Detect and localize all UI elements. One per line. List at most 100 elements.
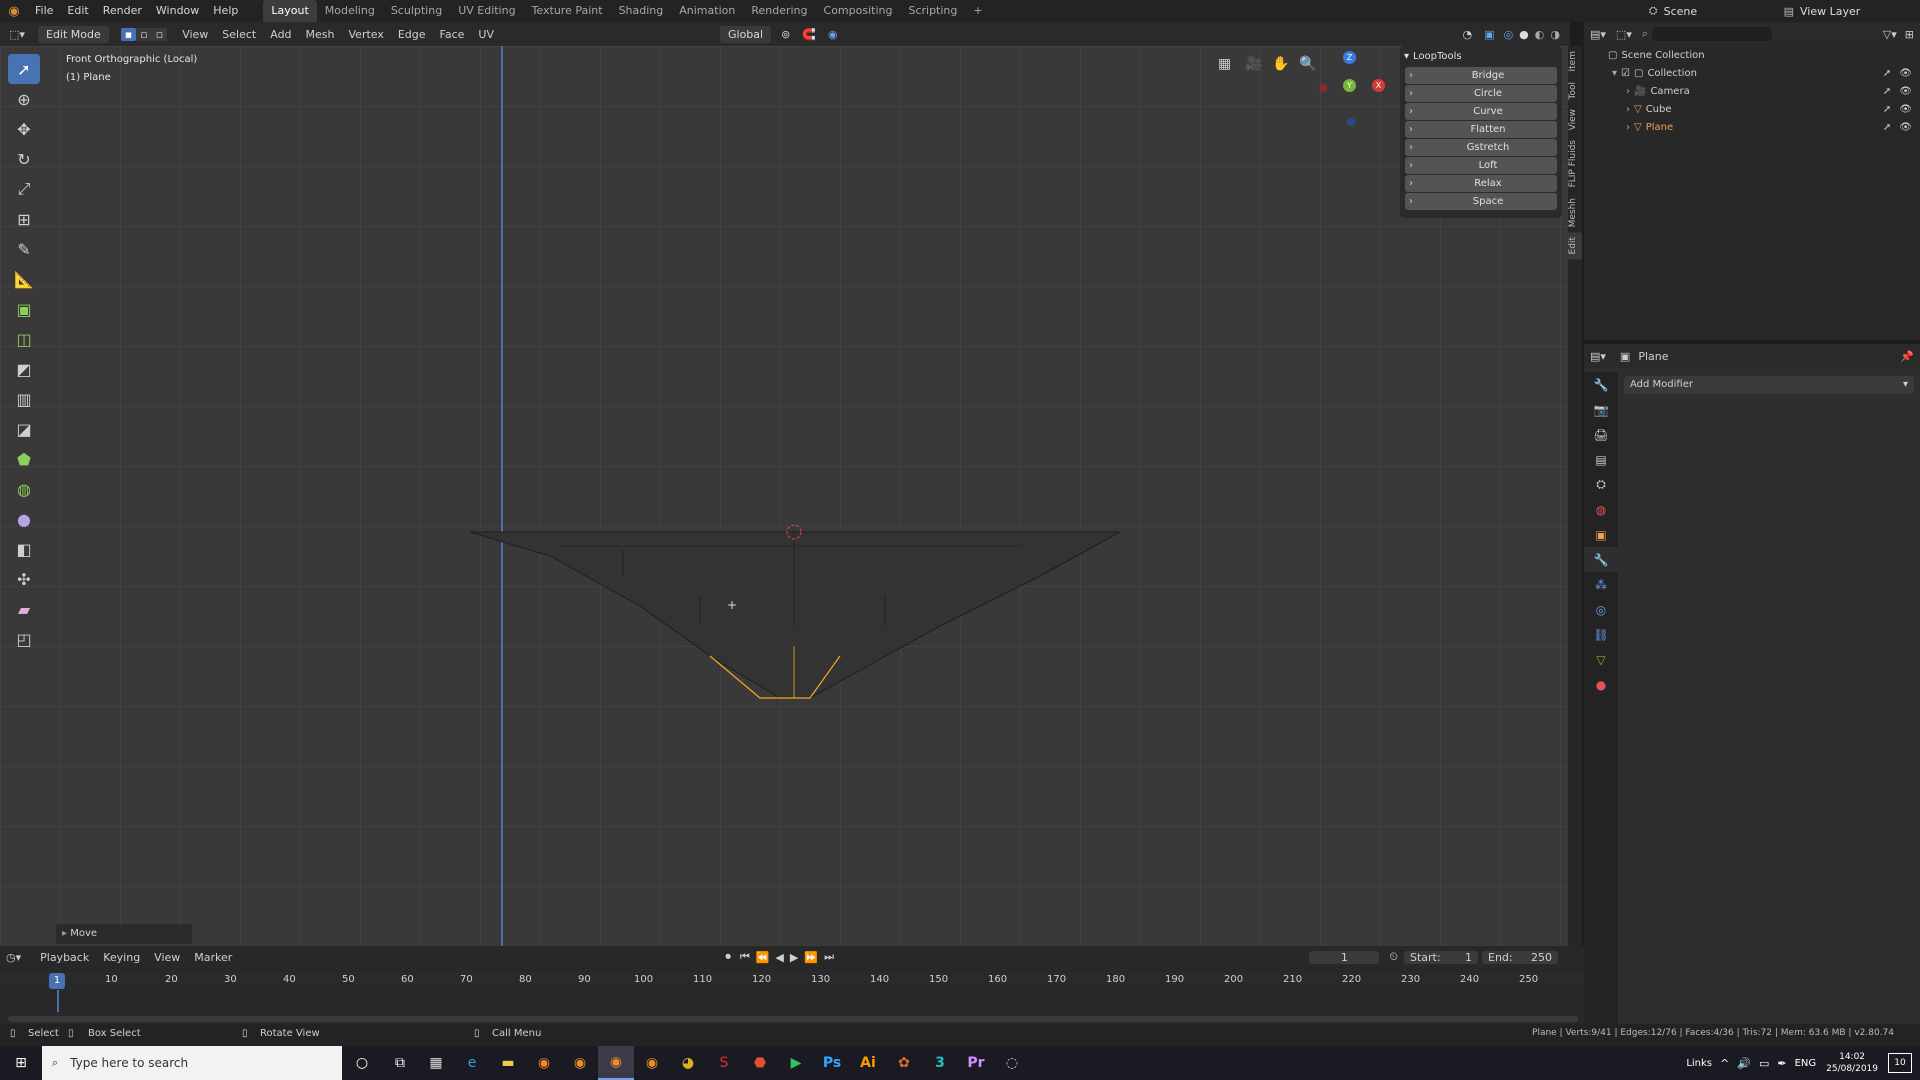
visibility-eye-icon[interactable]: 👁 xyxy=(1899,86,1912,97)
menu-edge[interactable]: Edge xyxy=(391,28,433,41)
network-icon[interactable]: ▭ xyxy=(1759,1057,1769,1070)
play-reverse-icon[interactable]: ◀ xyxy=(775,951,783,964)
menu-edit[interactable]: Edit xyxy=(60,0,95,22)
add-workspace-button[interactable]: + xyxy=(965,0,990,22)
chrome-icon[interactable]: ◕ xyxy=(670,1046,706,1080)
checkbox-icon[interactable]: ☑ xyxy=(1621,68,1630,79)
tab-uv-editing[interactable]: UV Editing xyxy=(450,0,523,22)
bevel-tool-icon[interactable]: ◩ xyxy=(8,354,40,384)
file-explorer-icon[interactable]: ▬ xyxy=(490,1046,526,1080)
snap-icon[interactable]: 🧲 xyxy=(802,28,816,41)
pen-icon[interactable]: ✒ xyxy=(1777,1057,1786,1070)
expand-arrow-icon[interactable]: › xyxy=(1626,122,1630,133)
poly-build-tool-icon[interactable]: ⬟ xyxy=(8,444,40,474)
app-swirl-icon[interactable]: ◌ xyxy=(994,1046,1030,1080)
windows-start-icon[interactable]: ⊞ xyxy=(0,1046,42,1080)
language-indicator[interactable]: ENG xyxy=(1795,1058,1817,1069)
menu-vertex[interactable]: Vertex xyxy=(342,28,391,41)
last-operator-panel[interactable]: ▸ Move xyxy=(56,924,192,944)
annotate-tool-icon[interactable]: ✎ xyxy=(8,234,40,264)
tab-compositing[interactable]: Compositing xyxy=(816,0,901,22)
volume-icon[interactable]: 🔊 xyxy=(1737,1057,1751,1070)
particles-tab-icon[interactable]: ⁂ xyxy=(1584,572,1618,597)
pin-icon[interactable]: 📌 xyxy=(1900,350,1914,363)
looptools-circle[interactable]: › Circle xyxy=(1405,85,1557,102)
timeline-editor-icon[interactable]: ◷▾ xyxy=(6,951,21,964)
blender-app-icon[interactable]: ◉ xyxy=(526,1046,562,1080)
premiere-icon[interactable]: Pr xyxy=(958,1046,994,1080)
looptools-space[interactable]: › Space xyxy=(1405,193,1557,210)
extrude-tool-icon[interactable]: ▣ xyxy=(8,294,40,324)
data-tab-icon[interactable]: ▽ xyxy=(1584,647,1618,672)
edge-browser-icon[interactable]: e xyxy=(454,1046,490,1080)
timeline-scrollbar[interactable] xyxy=(8,1016,1578,1022)
spin-tool-icon[interactable]: ◍ xyxy=(8,474,40,504)
pivot-icon[interactable]: ⊚ xyxy=(781,28,790,41)
record-icon[interactable]: ⏺ xyxy=(725,950,731,964)
app-red2-icon[interactable]: ⬣ xyxy=(742,1046,778,1080)
task-view-icon[interactable]: ⧉ xyxy=(382,1046,418,1080)
display-mode-icon[interactable]: ⬚▾ xyxy=(1616,28,1632,41)
tab-scripting[interactable]: Scripting xyxy=(900,0,965,22)
looptools-flatten[interactable]: › Flatten xyxy=(1405,121,1557,138)
outliner-item-plane[interactable]: › ▽ Plane ➚ 👁 xyxy=(1584,118,1920,136)
media-play-icon[interactable]: ▶ xyxy=(778,1046,814,1080)
sidebar-tab-item[interactable]: Item xyxy=(1568,46,1582,77)
shrink-fatten-tool-icon[interactable]: ✣ xyxy=(8,564,40,594)
select-mode-buttons[interactable]: ▪ ▫ ▫ xyxy=(120,27,168,41)
expand-arrow-icon[interactable]: ▾ xyxy=(1612,68,1617,79)
jump-end-icon[interactable]: ⏭ xyxy=(824,950,834,964)
scale-tool-icon[interactable]: ⤢ xyxy=(8,174,40,204)
knife-tool-icon[interactable]: ◪ xyxy=(8,414,40,444)
inset-tool-icon[interactable]: ◫ xyxy=(8,324,40,354)
gizmo-neg-x[interactable] xyxy=(1319,84,1327,92)
tray-chevron-icon[interactable]: ^ xyxy=(1720,1057,1729,1070)
scene-collection-row[interactable]: ▢ Scene Collection xyxy=(1584,46,1920,64)
illustrator-icon[interactable]: Ai xyxy=(850,1046,886,1080)
blender-active-app-icon[interactable]: ◉ xyxy=(598,1046,634,1080)
links-toolbar[interactable]: Links xyxy=(1686,1058,1712,1069)
looptools-bridge[interactable]: › Bridge xyxy=(1405,67,1557,84)
blender-app-icon[interactable]: ◉ xyxy=(634,1046,670,1080)
new-collection-icon[interactable]: ⊞ xyxy=(1905,28,1914,41)
looptools-header[interactable]: ▾ LoopTools xyxy=(1400,46,1562,66)
rendered-shading-icon[interactable]: ◑ xyxy=(1550,28,1560,41)
expand-arrow-icon[interactable]: › xyxy=(1626,86,1630,97)
current-frame-marker[interactable]: 1 xyxy=(49,973,65,989)
photoshop-icon[interactable]: Ps xyxy=(814,1046,850,1080)
tab-shading[interactable]: Shading xyxy=(611,0,672,22)
notification-icon[interactable]: 10 xyxy=(1888,1053,1912,1073)
constraints-tab-icon[interactable]: ⛓ xyxy=(1584,622,1618,647)
move-tool-icon[interactable]: ✥ xyxy=(8,114,40,144)
select-toggle-icon[interactable]: ➚ xyxy=(1883,86,1891,97)
xray-toggle-icon[interactable]: ▣ xyxy=(1484,28,1494,41)
expand-arrow-icon[interactable]: › xyxy=(1626,104,1630,115)
magnify-icon[interactable]: 🔍 xyxy=(1299,56,1316,72)
play-icon[interactable]: ▶ xyxy=(790,951,798,964)
gizmo-neg-z[interactable] xyxy=(1347,118,1355,126)
end-frame-field[interactable]: End: 250 xyxy=(1482,950,1558,964)
render-tab-icon[interactable]: 📷 xyxy=(1584,397,1618,422)
sidebar-tab-flip-fluids[interactable]: FLIP Fluids xyxy=(1568,135,1582,192)
properties-editor-icon[interactable]: ▤▾ xyxy=(1590,350,1606,363)
mode-dropdown[interactable]: Edit Mode xyxy=(38,25,109,43)
output-tab-icon[interactable]: 🖨 xyxy=(1584,422,1618,447)
zoom-icon[interactable]: ▦ xyxy=(1218,56,1231,72)
gizmo-z-axis[interactable]: Z xyxy=(1343,51,1356,64)
looptools-curve[interactable]: › Curve xyxy=(1405,103,1557,120)
rotate-tool-icon[interactable]: ↻ xyxy=(8,144,40,174)
outliner-editor-icon[interactable]: ▤▾ xyxy=(1590,28,1606,41)
blender-logo-icon[interactable]: ◉ xyxy=(0,4,28,19)
outliner-item-camera[interactable]: › 🎥 Camera ➚ 👁 xyxy=(1584,82,1920,100)
object-tab-icon[interactable]: ▣ xyxy=(1584,522,1618,547)
material-tab-icon[interactable]: ● xyxy=(1584,672,1618,697)
view-layer-name[interactable]: View Layer xyxy=(1800,5,1920,18)
measure-tool-icon[interactable]: 📐 xyxy=(8,264,40,294)
blender-app-icon[interactable]: ◉ xyxy=(562,1046,598,1080)
select-toggle-icon[interactable]: ➚ xyxy=(1883,122,1891,133)
select-box-tool-icon[interactable]: ➚ xyxy=(8,54,40,84)
cursor-tool-icon[interactable]: ⊕ xyxy=(8,84,40,114)
next-keyframe-icon[interactable]: ⏩ xyxy=(804,951,818,964)
select-toggle-icon[interactable]: ➚ xyxy=(1883,68,1891,79)
editor-type-icon[interactable]: ⬚▾ xyxy=(0,28,34,41)
